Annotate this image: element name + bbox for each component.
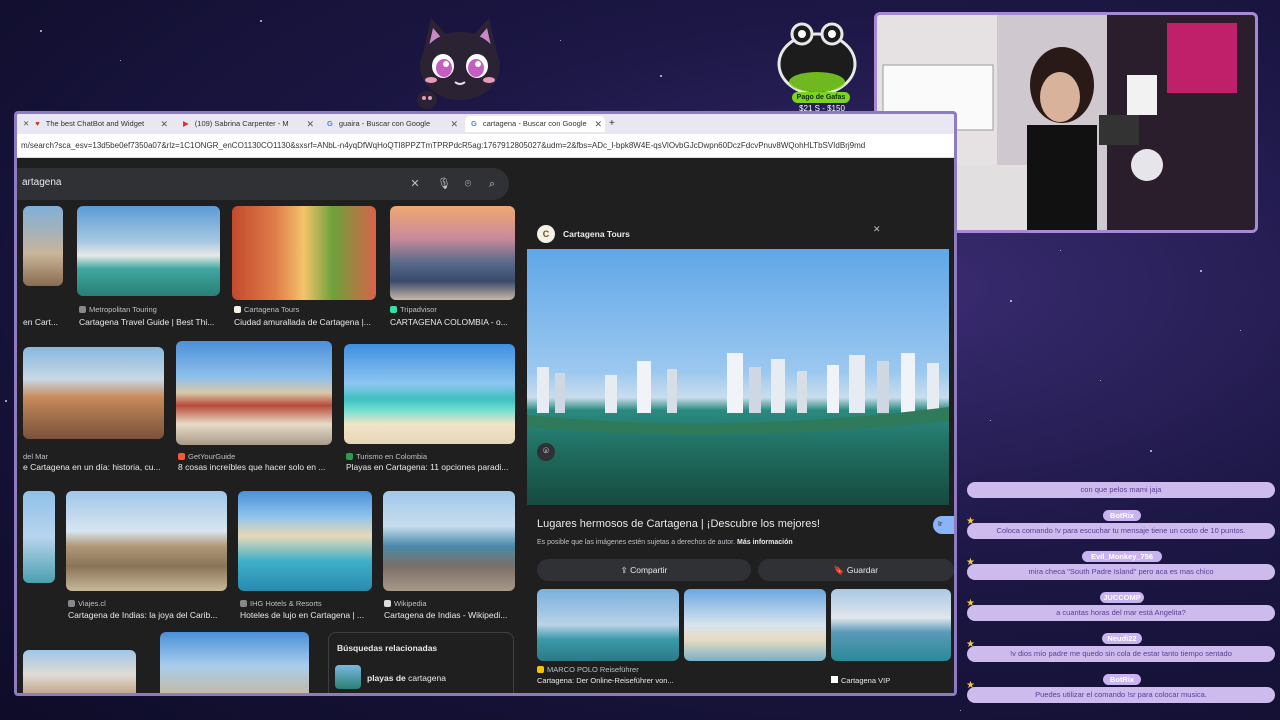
result-caption[interactable]: en Cart...	[23, 317, 63, 327]
camera-lens-icon[interactable]: ⌾	[461, 177, 475, 191]
chat-message: Coloca comando !v para escuchar tu mensa…	[967, 523, 1275, 539]
close-icon[interactable]: ✕	[160, 116, 168, 132]
result-caption[interactable]: e Cartagena en un día: historia, cu...	[23, 462, 164, 472]
result-image[interactable]	[77, 206, 220, 296]
result-source: Cartagena Tours	[234, 305, 299, 314]
result-caption[interactable]: Playas en Cartagena: 11 opciones paradi.…	[346, 462, 515, 472]
result-source: del Mar	[23, 452, 49, 461]
tab-chatbot[interactable]: ✕ ♥ The best ChatBot and Widget ✕	[21, 116, 171, 132]
microphone-icon[interactable]: 🎙	[437, 177, 451, 191]
result-image[interactable]	[23, 650, 136, 693]
browser-window: ✕ ♥ The best ChatBot and Widget ✕ ▶ (109) S…	[14, 111, 957, 696]
source-logo: C	[537, 225, 555, 243]
result-source: Viajes.cl	[68, 599, 106, 608]
lens-icon[interactable]: ⌾	[537, 443, 555, 461]
result-source: GetYourGuide	[178, 452, 235, 461]
chat-username: BotRix	[1103, 674, 1141, 685]
result-caption[interactable]: Cartagena de Indias - Wikipedi...	[384, 610, 515, 620]
result-image[interactable]	[23, 347, 164, 439]
google-icon: G	[471, 119, 477, 128]
tab-label: guaira - Buscar con Google	[338, 119, 431, 128]
thumbnail-image[interactable]	[537, 589, 679, 661]
chat-message: Puedes utilizar el comando !sr para colo…	[967, 687, 1275, 703]
tab-bar: ✕ ♥ The best ChatBot and Widget ✕ ▶ (109) S…	[17, 114, 954, 134]
result-source: Wikipedia	[384, 599, 427, 608]
tab-youtube[interactable]: ▶ (109) Sabrina Carpenter - M ✕	[177, 116, 317, 132]
result-caption[interactable]: CARTAGENA COLOMBIA - o...	[390, 317, 515, 327]
related-thumbnail[interactable]	[335, 665, 361, 689]
chat-username: Evil_Monkey_756	[1082, 551, 1162, 562]
result-caption[interactable]: Cartagena de Indias: la joya del Carib..…	[68, 610, 228, 620]
result-image[interactable]	[160, 632, 309, 693]
youtube-icon: ▶	[183, 119, 189, 128]
image-preview-panel: C Cartagena Tours ✕ ⌾ Lugares hermosos d…	[527, 213, 954, 693]
chat-message: !v dios mío padre me quedo sin cola de e…	[967, 646, 1275, 662]
cat-mascot	[417, 18, 500, 109]
search-input[interactable]: artagena	[22, 177, 61, 188]
preview-title[interactable]: Lugares hermosos de Cartagena | ¡Descubr…	[537, 518, 820, 530]
new-tab-button[interactable]: +	[609, 116, 623, 132]
preview-image[interactable]	[527, 249, 949, 505]
tab-guaira[interactable]: Gguaira - Buscar con Google ✕	[321, 116, 461, 132]
preview-source[interactable]: Cartagena Tours	[563, 229, 630, 239]
related-searches: Búsquedas relacionadas playas de cartage…	[328, 632, 514, 693]
google-icon: G	[327, 119, 333, 128]
tab-cartagena[interactable]: Gcartagena - Buscar con Google ✕	[465, 116, 605, 132]
close-icon[interactable]: ✕	[450, 116, 458, 132]
result-image[interactable]	[238, 491, 372, 591]
result-source: IHG Hotels & Resorts	[240, 599, 322, 608]
result-caption[interactable]: 8 cosas increíbles que hacer solo en ...	[178, 462, 334, 472]
result-source: Tripadvisor	[390, 305, 437, 314]
close-icon[interactable]: ✕	[873, 224, 881, 235]
clear-icon[interactable]: ✕	[408, 177, 422, 191]
close-icon[interactable]: ✕	[306, 116, 314, 132]
related-title: Búsquedas relacionadas	[337, 643, 438, 653]
tab-label: The best ChatBot and Widget	[45, 119, 145, 128]
thumbnail-source: MARCO POLO Reiseführer	[537, 665, 639, 674]
copyright-note: Es posible que las imágenes estén sujeta…	[537, 539, 793, 546]
result-image[interactable]	[23, 206, 63, 286]
result-caption[interactable]: Cartagena Travel Guide | Best Thi...	[79, 317, 222, 327]
thumbnail-caption[interactable]: Cartagena VIP	[831, 676, 951, 685]
result-source: Turismo en Colombia	[346, 452, 427, 461]
share-button[interactable]: ⇪ Compartir	[537, 559, 751, 581]
result-image[interactable]	[176, 341, 332, 445]
chat-message: mira checa "South Padre Island" pero aca…	[967, 564, 1275, 580]
tab-label: (109) Sabrina Carpenter - M	[194, 119, 289, 128]
address-bar[interactable]: m/search?sca_esv=13d5be0ef7350a07&rlz=1C…	[17, 134, 954, 158]
result-image[interactable]	[390, 206, 515, 300]
result-image[interactable]	[344, 344, 515, 444]
search-page: artagena ✕ 🎙 ⌾ ⌕ en Cart... Metropolitan…	[17, 158, 954, 693]
chat-username: JUCCOMP	[1100, 592, 1144, 603]
chat-message: con que pelos mami jaja	[967, 482, 1275, 498]
skyline	[527, 353, 949, 435]
search-box[interactable]: artagena ✕ 🎙 ⌾ ⌕	[17, 168, 509, 200]
close-icon[interactable]: ✕	[594, 116, 602, 132]
related-item[interactable]: playas de cartagena	[367, 673, 446, 683]
search-icon[interactable]: ⌕	[485, 177, 499, 191]
result-image[interactable]	[383, 491, 515, 591]
save-button[interactable]: 🔖 Guardar	[758, 559, 954, 581]
result-source: Metropolitan Touring	[79, 305, 157, 314]
chat-username: BotRix	[1103, 510, 1141, 521]
result-caption[interactable]: Hoteles de lujo en Cartagena | ...	[240, 610, 374, 620]
visit-button[interactable]: Ir	[933, 516, 954, 534]
result-image[interactable]	[66, 491, 227, 591]
thumbnail-image[interactable]	[831, 589, 951, 661]
result-image[interactable]	[23, 491, 55, 583]
thumbnail-caption[interactable]: Cartagena: Der Online-Reiseführer von...	[537, 676, 679, 685]
more-info-link[interactable]: Más información	[737, 539, 793, 546]
result-image[interactable]	[232, 206, 376, 300]
goal-label: Pago de Gafas	[792, 92, 850, 103]
result-caption[interactable]: Ciudad amurallada de Cartagena |...	[234, 317, 378, 327]
chat-username: Neudi22	[1102, 633, 1142, 644]
chat-message: a cuantas horas del mar está Angelita?	[967, 605, 1275, 621]
tab-label: cartagena - Buscar con Google	[482, 119, 587, 128]
thumbnail-image[interactable]	[684, 589, 826, 661]
